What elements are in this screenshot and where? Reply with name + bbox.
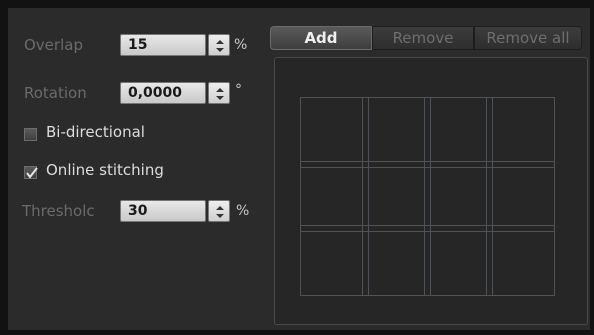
up-down-arrows-icon (216, 206, 224, 218)
remove-button[interactable]: Remove (372, 26, 474, 50)
rotation-label: Rotation (24, 84, 87, 102)
tile-0-2[interactable] (424, 97, 493, 168)
rotation-input[interactable]: 0,0000 (120, 82, 206, 104)
online-stitching-checkbox[interactable] (24, 166, 38, 179)
tile-1-0[interactable] (300, 161, 369, 232)
online-stitching-label: Online stitching (46, 161, 164, 179)
tile-1-2[interactable] (424, 161, 493, 232)
up-down-arrows-icon (216, 40, 224, 52)
checkmark-icon (26, 167, 38, 179)
tile-2-2[interactable] (424, 225, 493, 296)
rotation-stepper[interactable] (208, 82, 230, 104)
tile-2-1[interactable] (362, 225, 431, 296)
tile-2-3[interactable] (486, 225, 555, 296)
bidirectional-label: Bi-directional (46, 123, 145, 141)
rotation-unit: ° (235, 82, 242, 98)
remove-all-button[interactable]: Remove all (474, 26, 582, 50)
overlap-label: Overlap (24, 36, 83, 54)
tile-0-1[interactable] (362, 97, 431, 168)
tile-2-0[interactable] (300, 225, 369, 296)
up-down-arrows-icon (216, 88, 224, 100)
tile-1-1[interactable] (362, 161, 431, 232)
threshold-input[interactable]: 30 (120, 200, 206, 222)
tile-0-3[interactable] (486, 97, 555, 168)
overlap-input[interactable]: 15 (120, 34, 206, 56)
tile-button-bar: Add Remove Remove all (270, 26, 582, 50)
overlap-unit: % (234, 37, 248, 53)
bidirectional-checkbox[interactable] (24, 128, 37, 141)
tile-grid (300, 97, 555, 296)
tile-preview[interactable] (274, 57, 588, 325)
add-button[interactable]: Add (270, 26, 372, 50)
threshold-unit: % (236, 203, 250, 219)
tile-0-0[interactable] (300, 97, 369, 168)
threshold-label: Thresholc (22, 202, 95, 220)
threshold-stepper[interactable] (208, 200, 230, 222)
tile-1-3[interactable] (486, 161, 555, 232)
overlap-stepper[interactable] (208, 34, 230, 56)
